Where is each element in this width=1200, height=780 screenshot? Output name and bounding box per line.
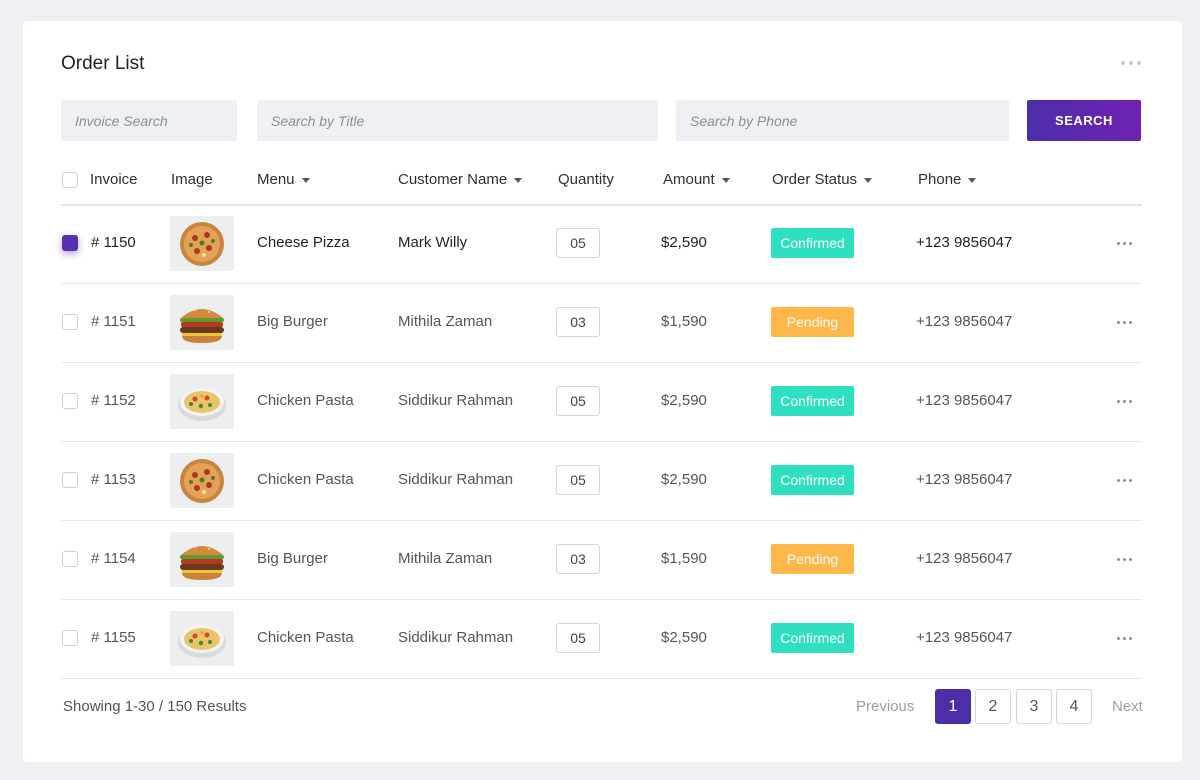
status-badge: Confirmed bbox=[771, 386, 854, 416]
invoice-number: # 1151 bbox=[91, 313, 136, 330]
order-amount: $2,590 bbox=[661, 629, 707, 646]
customer-name: Mark Willy bbox=[398, 234, 468, 251]
page-button-2[interactable]: 2 bbox=[975, 689, 1011, 724]
invoice-number: # 1154 bbox=[91, 550, 136, 567]
menu-name: Chicken Pasta bbox=[257, 392, 354, 409]
customer-name: Mithila Zaman bbox=[398, 313, 493, 330]
previous-page-link[interactable]: Previous bbox=[856, 698, 914, 715]
phone-number: +123 9856047 bbox=[916, 471, 1013, 488]
menu-name: Cheese Pizza bbox=[257, 234, 350, 251]
row-checkbox[interactable] bbox=[62, 551, 78, 567]
more-options-icon[interactable] bbox=[1118, 53, 1144, 73]
row-checkbox[interactable] bbox=[62, 314, 78, 330]
quantity-field[interactable]: 05 bbox=[556, 623, 600, 653]
column-header-image: Image bbox=[171, 171, 213, 188]
quantity-field[interactable]: 05 bbox=[556, 386, 600, 416]
column-header-customer[interactable]: Customer Name bbox=[398, 171, 523, 188]
invoice-number: # 1152 bbox=[91, 392, 136, 409]
table-row: # 1154 Big Burger Mithila Zaman 03 $1,590 Pen… bbox=[61, 520, 1142, 600]
sort-caret-icon bbox=[864, 178, 873, 183]
food-image bbox=[170, 374, 234, 429]
select-all-checkbox[interactable] bbox=[62, 172, 78, 188]
table-row: # 1153 Chicken Pasta Siddikur Rahman 05 $2,5… bbox=[61, 441, 1142, 521]
column-header-menu[interactable]: Menu bbox=[257, 171, 310, 188]
page-title: Order List bbox=[61, 53, 145, 74]
column-header-phone[interactable]: Phone bbox=[918, 171, 977, 188]
food-image bbox=[170, 532, 234, 587]
order-amount: $1,590 bbox=[661, 550, 707, 567]
table-row: # 1151 Big Burger Mithila Zaman 03 $1,590 Pen… bbox=[61, 283, 1142, 363]
search-button[interactable]: SEARCH bbox=[1027, 100, 1141, 141]
food-image bbox=[170, 216, 234, 271]
row-more-icon[interactable] bbox=[1112, 314, 1136, 330]
order-amount: $2,590 bbox=[661, 471, 707, 488]
results-count: Showing 1-30 / 150 Results bbox=[63, 698, 247, 715]
food-image bbox=[170, 453, 234, 508]
status-badge: Pending bbox=[771, 544, 854, 574]
order-amount: $2,590 bbox=[661, 392, 707, 409]
column-header-invoice: Invoice bbox=[90, 171, 138, 188]
sort-caret-icon bbox=[721, 178, 730, 183]
quantity-field[interactable]: 05 bbox=[556, 228, 600, 258]
row-checkbox[interactable] bbox=[62, 235, 78, 251]
page-button-4[interactable]: 4 bbox=[1056, 689, 1092, 724]
phone-search-input[interactable] bbox=[676, 100, 1009, 141]
status-badge: Confirmed bbox=[771, 465, 854, 495]
column-header-amount[interactable]: Amount bbox=[663, 171, 730, 188]
phone-number: +123 9856047 bbox=[916, 392, 1013, 409]
phone-number: +123 9856047 bbox=[916, 313, 1013, 330]
quantity-field[interactable]: 03 bbox=[556, 307, 600, 337]
invoice-number: # 1155 bbox=[91, 629, 136, 646]
column-header-quantity: Quantity bbox=[558, 171, 614, 188]
table-header: Invoice Image Menu Customer Name Quantit… bbox=[61, 164, 1142, 206]
column-header-status[interactable]: Order Status bbox=[772, 171, 873, 188]
table-row: # 1150 Cheese Pizza Mark Willy 05 $2,590 Conf… bbox=[61, 204, 1142, 284]
row-checkbox[interactable] bbox=[62, 630, 78, 646]
phone-number: +123 9856047 bbox=[916, 234, 1013, 251]
quantity-field[interactable]: 05 bbox=[556, 465, 600, 495]
customer-name: Siddikur Rahman bbox=[398, 471, 514, 488]
row-more-icon[interactable] bbox=[1112, 472, 1136, 488]
food-image bbox=[170, 611, 234, 666]
sort-caret-icon bbox=[301, 178, 310, 183]
customer-name: Siddikur Rahman bbox=[398, 629, 514, 646]
quantity-field[interactable]: 03 bbox=[556, 544, 600, 574]
menu-name: Big Burger bbox=[257, 550, 328, 567]
order-amount: $2,590 bbox=[661, 234, 707, 251]
sort-caret-icon bbox=[968, 178, 977, 183]
food-image bbox=[170, 295, 234, 350]
status-badge: Confirmed bbox=[771, 228, 854, 258]
customer-name: Mithila Zaman bbox=[398, 550, 493, 567]
invoice-number: # 1150 bbox=[91, 234, 136, 251]
customer-name: Siddikur Rahman bbox=[398, 392, 514, 409]
row-more-icon[interactable] bbox=[1112, 235, 1136, 251]
page-button-3[interactable]: 3 bbox=[1016, 689, 1052, 724]
phone-number: +123 9856047 bbox=[916, 550, 1013, 567]
invoice-search-input[interactable] bbox=[61, 100, 237, 141]
invoice-number: # 1153 bbox=[91, 471, 136, 488]
order-list-card: Order List SEARCH Invoice Image Menu Cus… bbox=[23, 21, 1182, 762]
table-row: # 1152 Chicken Pasta Siddikur Rahman 05 $2,5… bbox=[61, 362, 1142, 442]
sort-caret-icon bbox=[514, 178, 523, 183]
menu-name: Chicken Pasta bbox=[257, 471, 354, 488]
next-page-link[interactable]: Next bbox=[1112, 698, 1143, 715]
menu-name: Big Burger bbox=[257, 313, 328, 330]
row-more-icon[interactable] bbox=[1112, 393, 1136, 409]
title-search-input[interactable] bbox=[257, 100, 658, 141]
status-badge: Pending bbox=[771, 307, 854, 337]
row-checkbox[interactable] bbox=[62, 472, 78, 488]
menu-name: Chicken Pasta bbox=[257, 629, 354, 646]
row-more-icon[interactable] bbox=[1112, 551, 1136, 567]
table-row: # 1155 Chicken Pasta Siddikur Rahman 05 $2,5… bbox=[61, 599, 1142, 679]
row-checkbox[interactable] bbox=[62, 393, 78, 409]
phone-number: +123 9856047 bbox=[916, 629, 1013, 646]
status-badge: Confirmed bbox=[771, 623, 854, 653]
row-more-icon[interactable] bbox=[1112, 630, 1136, 646]
page-button-1[interactable]: 1 bbox=[935, 689, 971, 724]
order-amount: $1,590 bbox=[661, 313, 707, 330]
